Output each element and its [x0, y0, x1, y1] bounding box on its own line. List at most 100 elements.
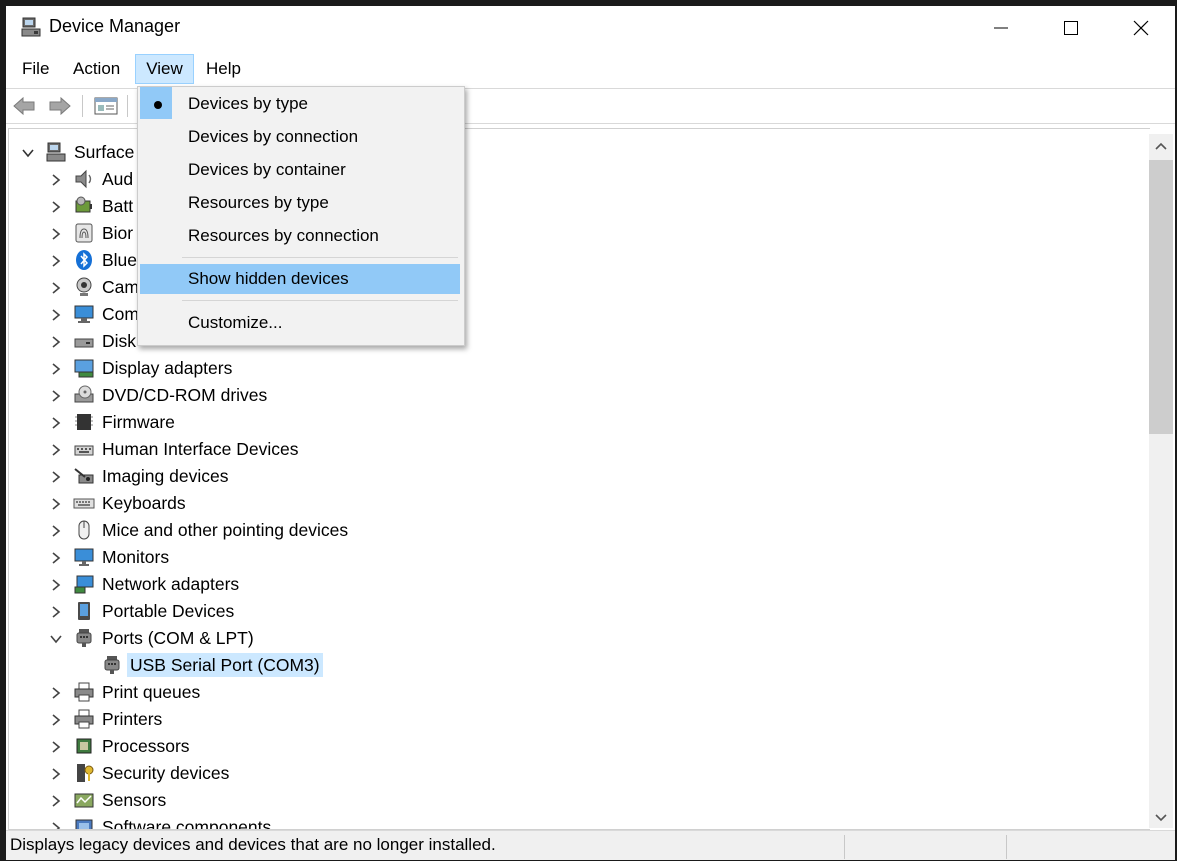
tree-category-item[interactable]: Firmware	[9, 409, 1149, 436]
menu-file[interactable]: File	[14, 54, 57, 84]
monitor-icon	[74, 548, 94, 566]
tree-category-item[interactable]: Mice and other pointing devices	[9, 517, 1149, 544]
chevron-right-icon[interactable]	[49, 416, 63, 430]
menu-separator	[182, 257, 458, 258]
processor-icon	[76, 738, 92, 754]
tree-item-label: Com	[102, 304, 139, 324]
chevron-right-icon[interactable]	[49, 497, 63, 511]
tree-item-label: Cam	[102, 277, 139, 297]
chevron-right-icon[interactable]	[49, 362, 63, 376]
chevron-right-icon[interactable]	[49, 227, 63, 241]
forward-button[interactable]	[46, 93, 74, 119]
tree-category-item[interactable]: Network adapters	[9, 571, 1149, 598]
tree-item-label: Network adapters	[102, 574, 240, 594]
tree-category-item[interactable]: Software components	[9, 814, 1149, 830]
tree-category-item[interactable]: Ports (COM & LPT)	[9, 625, 1149, 652]
device-manager-icon	[20, 16, 42, 38]
menu-item-label: Show hidden devices	[188, 269, 349, 288]
tree-category-item[interactable]: Human Interface Devices	[9, 436, 1149, 463]
tree-category-item[interactable]: Processors	[9, 733, 1149, 760]
chevron-right-icon[interactable]	[49, 794, 63, 808]
chevron-right-icon[interactable]	[49, 308, 63, 322]
menu-action[interactable]: Action	[65, 54, 128, 84]
tree-item-label: Display adapters	[102, 358, 233, 378]
chevron-right-icon[interactable]	[49, 254, 63, 268]
tree-item-label: Firmware	[102, 412, 175, 432]
menu-item-devices-by-type[interactable]: Devices by type	[140, 89, 460, 119]
menu-item-customize[interactable]: Customize...	[140, 308, 460, 338]
chevron-right-icon[interactable]	[49, 200, 63, 214]
menu-item-resources-by-connection[interactable]: Resources by connection	[140, 221, 460, 251]
menu-item-devices-by-container[interactable]: Devices by container	[140, 155, 460, 185]
chevron-right-icon[interactable]	[49, 524, 63, 538]
chevron-down-icon[interactable]	[49, 632, 63, 646]
tree-item-label: Blue	[102, 250, 138, 270]
chevron-right-icon[interactable]	[49, 605, 63, 619]
chevron-right-icon[interactable]	[49, 173, 63, 187]
chevron-right-icon[interactable]	[49, 686, 63, 700]
menu-item-label: Devices by container	[188, 160, 346, 179]
chevron-right-icon[interactable]	[49, 335, 63, 349]
chevron-right-icon[interactable]	[49, 551, 63, 565]
tree-category-item[interactable]: Printers	[9, 706, 1149, 733]
menu-help[interactable]: Help	[198, 54, 249, 84]
title-bar[interactable]: Device Manager	[6, 6, 1175, 50]
tree-item-label: USB Serial Port (COM3)	[127, 653, 323, 677]
computer-icon	[74, 305, 94, 323]
menu-item-show-hidden-devices[interactable]: Show hidden devices	[140, 264, 460, 294]
minimize-button[interactable]	[966, 6, 1036, 50]
dvd-drive-icon	[74, 385, 94, 403]
menu-separator	[182, 300, 458, 301]
vertical-scrollbar[interactable]	[1149, 134, 1173, 828]
tree-category-item[interactable]: Security devices	[9, 760, 1149, 787]
tree-item-label: Disk	[102, 331, 137, 351]
chevron-right-icon[interactable]	[49, 578, 63, 592]
tree-category-item[interactable]: Portable Devices	[9, 598, 1149, 625]
tree-category-item[interactable]: DVD/CD-ROM drives	[9, 382, 1149, 409]
close-button[interactable]	[1106, 6, 1175, 50]
chevron-right-icon[interactable]	[49, 389, 63, 403]
tree-category-item[interactable]: Sensors	[9, 787, 1149, 814]
maximize-button[interactable]	[1036, 6, 1106, 50]
chevron-right-icon[interactable]	[49, 470, 63, 484]
properties-button[interactable]	[92, 93, 120, 119]
tree-item-label: Printers	[102, 709, 163, 729]
menu-item-label: Devices by connection	[188, 127, 359, 146]
tree-item-label: Sensors	[102, 790, 167, 810]
chevron-down-icon[interactable]	[21, 146, 35, 160]
back-button[interactable]	[10, 93, 38, 119]
forward-arrow-icon	[49, 96, 71, 116]
firmware-chip-icon	[75, 414, 93, 430]
tree-category-item[interactable]: Keyboards	[9, 490, 1149, 517]
tree-category-item[interactable]: Monitors	[9, 544, 1149, 571]
radio-bullet-icon	[154, 101, 162, 109]
chevron-right-icon[interactable]	[49, 821, 63, 830]
menu-item-resources-by-type[interactable]: Resources by type	[140, 188, 460, 218]
portable-device-icon	[78, 602, 90, 620]
scroll-down-icon[interactable]	[1155, 814, 1167, 822]
chevron-right-icon[interactable]	[49, 740, 63, 754]
scrollbar-thumb[interactable]	[1149, 160, 1173, 434]
menu-view[interactable]: View	[135, 54, 194, 84]
menu-bar: File Action View Help	[6, 54, 1175, 84]
tree-category-item[interactable]: Imaging devices	[9, 463, 1149, 490]
menu-item-devices-by-connection[interactable]: Devices by connection	[140, 122, 460, 152]
chevron-right-icon[interactable]	[49, 713, 63, 727]
tree-category-item[interactable]: Print queues	[9, 679, 1149, 706]
tree-item-label: Keyboards	[102, 493, 186, 513]
port-connector-icon	[104, 656, 120, 674]
tree-child-item[interactable]: USB Serial Port (COM3)	[9, 652, 1149, 679]
menu-item-label: Customize...	[188, 313, 283, 332]
tree-category-item[interactable]: Display adapters	[9, 355, 1149, 382]
tree-item-label: Monitors	[102, 547, 170, 567]
properties-icon	[94, 97, 118, 115]
chevron-right-icon[interactable]	[49, 281, 63, 295]
chevron-right-icon[interactable]	[49, 767, 63, 781]
hid-keyboard-icon	[74, 445, 94, 456]
chevron-right-icon[interactable]	[49, 443, 63, 457]
speaker-icon	[75, 169, 92, 189]
security-key-icon	[77, 764, 94, 782]
scroll-up-icon[interactable]	[1155, 142, 1167, 150]
keyboard-icon	[73, 498, 95, 509]
toolbar-separator	[127, 95, 128, 117]
